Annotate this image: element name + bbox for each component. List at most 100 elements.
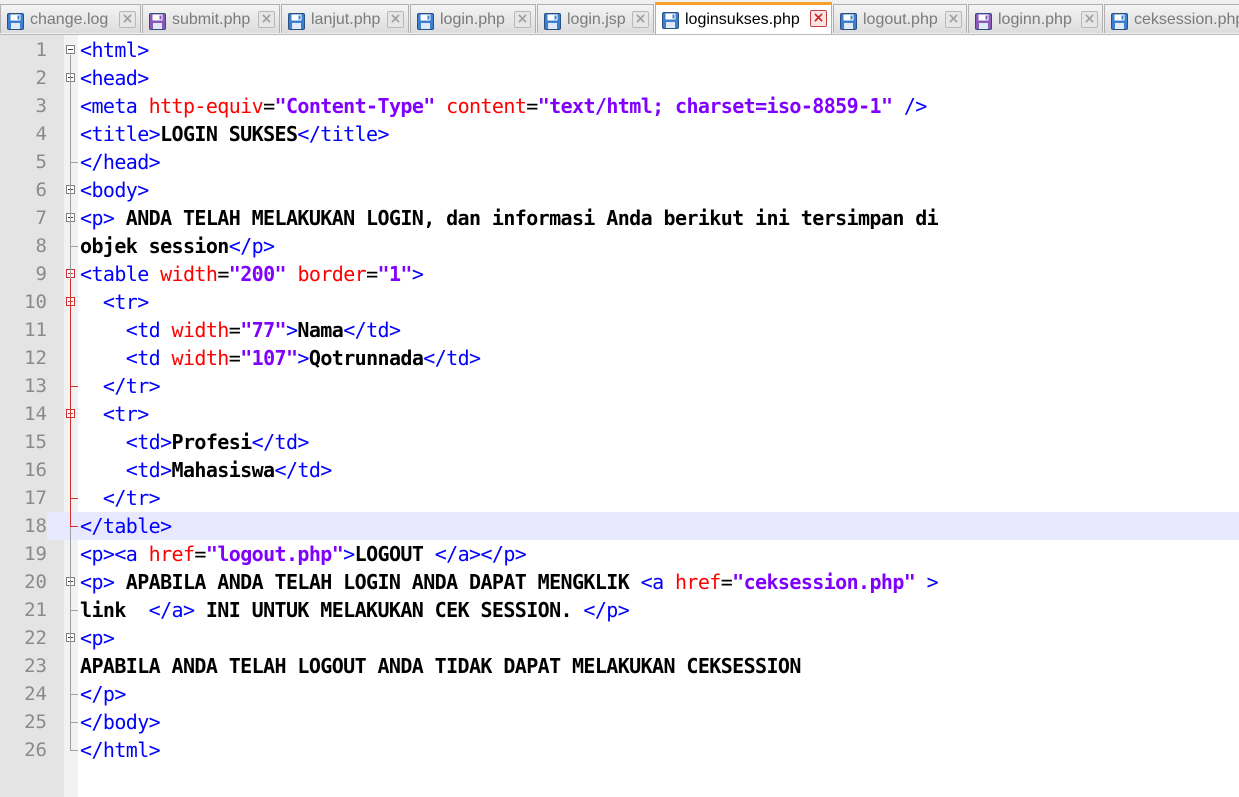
code-token: </p>: [228, 234, 275, 258]
code-token: </a>: [148, 598, 195, 622]
code-line[interactable]: 24 </p>: [0, 680, 1239, 708]
tab-lanjut-php[interactable]: lanjut.php ×: [281, 4, 409, 33]
code-line[interactable]: 21 link </a> INI UNTUK MELAKUKAN CEK SESS…: [0, 596, 1239, 624]
code-token: <a: [640, 570, 675, 594]
tab-submit-php[interactable]: submit.php ×: [142, 4, 280, 33]
tab-login-jsp[interactable]: login.jsp ×: [537, 4, 654, 33]
code-line[interactable]: 4 <title>LOGIN SUKSES</title>: [0, 120, 1239, 148]
line-number: 19: [24, 543, 47, 565]
code-token: <td: [80, 318, 172, 342]
code-line[interactable]: 11 <td width="77">Nama</td>: [0, 316, 1239, 344]
save-icon: [288, 11, 305, 30]
code-token: APABILA ANDA TELAH LOGIN ANDA DAPAT MENG…: [114, 570, 641, 594]
save-icon: [7, 11, 24, 30]
code-text: </body>: [80, 708, 161, 736]
code-line[interactable]: 3 <meta http-equiv="Content-Type" content…: [0, 92, 1239, 120]
tab-ceksession-php[interactable]: ceksession.php: [1104, 4, 1239, 33]
code-token: </p>: [583, 598, 630, 622]
code-editor[interactable]: 1 <html> 2 <head> 3 <meta http-equiv="Content…: [0, 35, 1239, 797]
code-line[interactable]: 12 <td width="107">Qotrunnada</td>: [0, 344, 1239, 372]
code-text: </tr>: [80, 372, 161, 400]
code-line[interactable]: 17 </tr>: [0, 484, 1239, 512]
line-number: 24: [24, 683, 47, 705]
tab-change-log[interactable]: change.log ×: [0, 4, 141, 33]
code-text: <p>: [80, 624, 115, 652]
code-token: </body>: [80, 710, 161, 734]
code-line[interactable]: 14 <tr>: [0, 400, 1239, 428]
save-icon: [149, 11, 166, 30]
code-line[interactable]: 1 <html>: [0, 36, 1239, 64]
code-line[interactable]: 15 <td>Profesi</td>: [0, 428, 1239, 456]
tab-loginsukses-php[interactable]: loginsukses.php ×: [655, 2, 832, 34]
code-text: link </a> INI UNTUK MELAKUKAN CEK SESSIO…: [80, 596, 630, 624]
line-number: 1: [35, 39, 47, 61]
code-text: <body>: [80, 176, 149, 204]
close-tab-icon[interactable]: ×: [945, 11, 962, 28]
line-number: 25: [24, 711, 47, 733]
code-text: <td>Profesi</td>: [80, 428, 310, 456]
code-line[interactable]: 19 <p><a href="logout.php">LOGOUT </a></p…: [0, 540, 1239, 568]
tab-login-php[interactable]: login.php ×: [410, 4, 536, 33]
fold-end-mark: [70, 610, 78, 611]
close-tab-icon[interactable]: ×: [119, 11, 136, 28]
code-token: >: [297, 346, 309, 370]
code-line[interactable]: 6 <body>: [0, 176, 1239, 204]
close-tab-icon[interactable]: ×: [632, 11, 649, 28]
code-line[interactable]: 26 </html>: [0, 736, 1239, 764]
tab-label: ceksession.php: [1134, 11, 1239, 28]
code-line[interactable]: 22 <p>: [0, 624, 1239, 652]
code-token: "logout.php": [205, 542, 344, 566]
close-tab-icon[interactable]: ×: [1081, 11, 1098, 28]
code-token: =: [263, 94, 275, 118]
save-icon: [544, 11, 561, 30]
code-token: <tr>: [80, 290, 149, 314]
code-text: <p> ANDA TELAH MELAKUKAN LOGIN, dan info…: [80, 204, 939, 232]
code-line[interactable]: 5 </head>: [0, 148, 1239, 176]
save-icon: [1111, 11, 1128, 30]
close-tab-icon[interactable]: ×: [258, 11, 275, 28]
code-text: </head>: [80, 148, 161, 176]
tab-logout-php[interactable]: logout.php ×: [833, 4, 967, 33]
code-token: Profesi: [171, 430, 253, 454]
code-line[interactable]: 8 objek session</p>: [0, 232, 1239, 260]
line-number: 26: [24, 739, 47, 761]
code-line[interactable]: 20 <p> APABILA ANDA TELAH LOGIN ANDA DAPA…: [0, 568, 1239, 596]
code-text: <head>: [80, 64, 149, 92]
line-number: 12: [24, 347, 47, 369]
code-line[interactable]: 2 <head>: [0, 64, 1239, 92]
close-tab-icon[interactable]: ×: [387, 11, 404, 28]
code-line[interactable]: 13 </tr>: [0, 372, 1239, 400]
code-token: </td>: [423, 346, 481, 370]
code-token: </a></p>: [434, 542, 527, 566]
code-line[interactable]: 16 <td>Mahasiswa</td>: [0, 456, 1239, 484]
tab-loginn-php[interactable]: loginn.php ×: [968, 4, 1103, 33]
code-text: </html>: [80, 736, 161, 764]
code-token: <td: [80, 346, 172, 370]
code-line[interactable]: 10 <tr>: [0, 288, 1239, 316]
code-token: =: [526, 94, 538, 118]
code-token: "107": [240, 346, 298, 370]
close-tab-icon[interactable]: ×: [810, 10, 827, 27]
code-line[interactable]: 7 <p> ANDA TELAH MELAKUKAN LOGIN, dan inf…: [0, 204, 1239, 232]
code-line[interactable]: 9 <table width="200" border="1">: [0, 260, 1239, 288]
line-number: 5: [35, 151, 47, 173]
code-line[interactable]: 25 </body>: [0, 708, 1239, 736]
fold-end-mark: [70, 162, 78, 163]
code-token: objek session: [80, 234, 229, 258]
close-tab-icon[interactable]: ×: [514, 11, 531, 28]
code-token: "1": [377, 262, 413, 286]
code-token: <td>: [80, 430, 172, 454]
code-token: >: [285, 318, 298, 342]
code-line[interactable]: 23 APABILA ANDA TELAH LOGOUT ANDA TIDAK D…: [0, 652, 1239, 680]
line-number: 8: [35, 235, 47, 257]
code-token: content: [446, 94, 527, 118]
code-token: =: [194, 542, 206, 566]
fold-end-mark: [70, 246, 78, 247]
code-line[interactable]: 18 </table>: [0, 512, 1239, 540]
code-token: <title>: [80, 122, 161, 146]
fold-toggle-icon[interactable]: [66, 45, 75, 54]
code-text: </p>: [80, 680, 126, 708]
code-token: </head>: [80, 150, 161, 174]
code-token: </html>: [80, 738, 161, 762]
code-token: Mahasiswa: [171, 458, 276, 482]
